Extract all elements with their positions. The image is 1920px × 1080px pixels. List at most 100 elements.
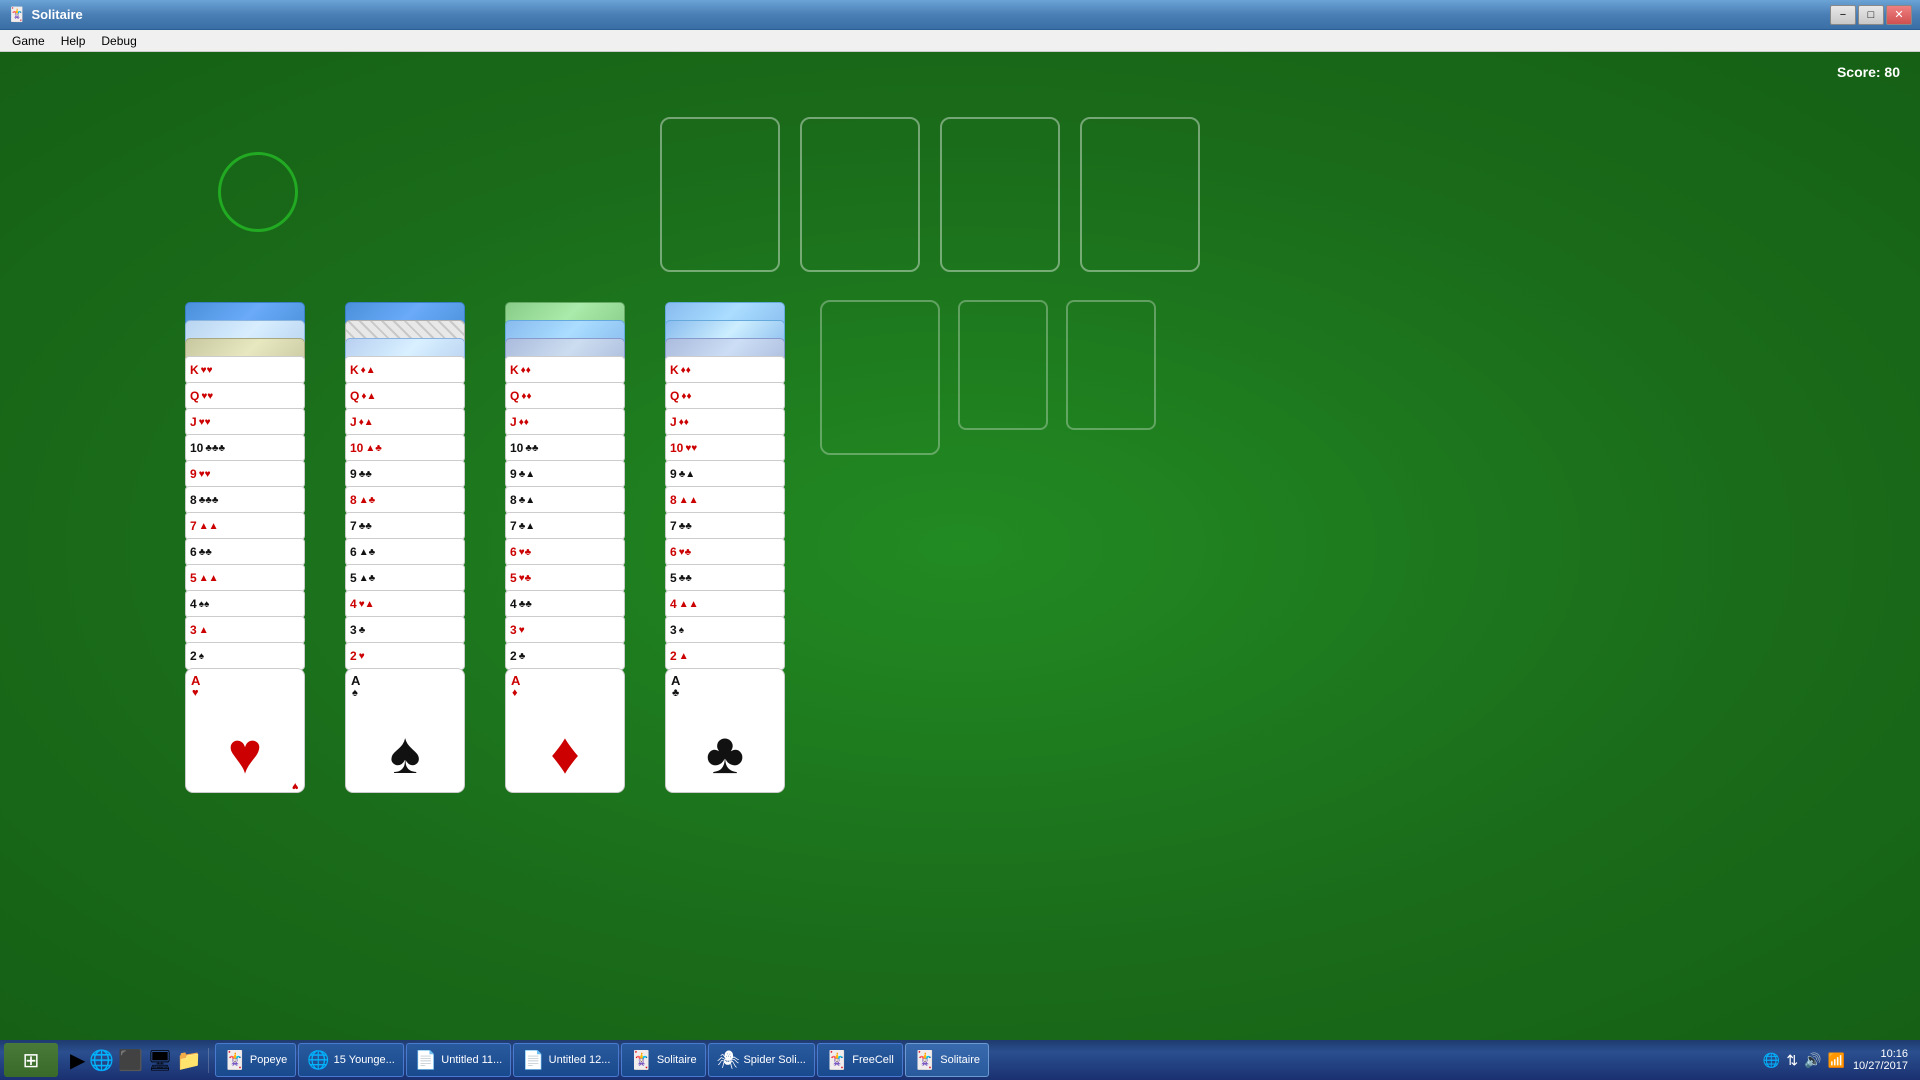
card-4-5[interactable]: 5 ♣♣ — [665, 564, 785, 592]
untitled12-icon: 📄 — [522, 1050, 544, 1071]
extra-slot-1[interactable] — [820, 300, 940, 455]
extra-slot-2[interactable] — [958, 300, 1048, 430]
ie-icon: 🌐 — [307, 1050, 329, 1071]
card-2-2[interactable]: 2 ♥ — [345, 642, 465, 670]
clock-date: 10/27/2017 — [1853, 1060, 1908, 1072]
extra-slot-3[interactable] — [1066, 300, 1156, 430]
title-bar-left: 🃏 Solitaire — [8, 6, 83, 23]
card-2-5[interactable]: 5 ▲♣ — [345, 564, 465, 592]
foundation-slot-1[interactable] — [660, 117, 780, 272]
menu-help[interactable]: Help — [53, 32, 94, 50]
card-4-J[interactable]: J ♦♦ — [665, 408, 785, 436]
popeye-label: Popeye — [250, 1054, 287, 1066]
card-3-9[interactable]: 9 ♣▲ — [505, 460, 625, 488]
card-1-9[interactable]: 9 ♥♥ — [185, 460, 305, 488]
menu-game[interactable]: Game — [4, 32, 53, 50]
card-2-7[interactable]: 7 ♣♣ — [345, 512, 465, 540]
card-2-3[interactable]: 3 ♣ — [345, 616, 465, 644]
title-bar: 🃏 Solitaire − □ ✕ — [0, 0, 1920, 30]
taskbar-ie[interactable]: 🌐 15 Younge... — [298, 1043, 404, 1077]
card-1-6[interactable]: 6 ♣♣ — [185, 538, 305, 566]
foundation-slot-2[interactable] — [800, 117, 920, 272]
system-tray: 🌐 ⇅ 🔊 📶 — [1763, 1052, 1845, 1069]
card-2-Q[interactable]: Q ♦▲ — [345, 382, 465, 410]
quicklaunch-globe[interactable]: 🌐 — [89, 1048, 114, 1073]
card-3-4[interactable]: 4 ♣♣ — [505, 590, 625, 618]
card-3-A[interactable]: A ♦ ♦ — [505, 668, 625, 793]
title-bar-controls: − □ ✕ — [1830, 5, 1912, 25]
card-2-9[interactable]: 9 ♣♣ — [345, 460, 465, 488]
clock-time: 10:16 — [1853, 1048, 1908, 1060]
card-4-6[interactable]: 6 ♥♣ — [665, 538, 785, 566]
card-4-3[interactable]: 3 ♠ — [665, 616, 785, 644]
card-3-6[interactable]: 6 ♥♣ — [505, 538, 625, 566]
card-1-2[interactable]: 2 ♠ — [185, 642, 305, 670]
quicklaunch-pc[interactable]: 🖥 — [147, 1048, 172, 1073]
clock: 10:16 10/27/2017 — [1853, 1048, 1908, 1072]
card-3-7[interactable]: 7 ♣▲ — [505, 512, 625, 540]
freecell-icon: 🃏 — [826, 1050, 848, 1071]
card-3-2[interactable]: 2 ♣ — [505, 642, 625, 670]
quicklaunch-media[interactable]: ▶ — [70, 1048, 85, 1073]
maximize-button[interactable]: □ — [1858, 5, 1884, 25]
card-1-K[interactable]: K ♥♥ — [185, 356, 305, 384]
foundation-slot-4[interactable] — [1080, 117, 1200, 272]
stock-pile[interactable] — [218, 152, 298, 232]
card-1-3[interactable]: 3 ▲ — [185, 616, 305, 644]
card-1-4[interactable]: 4 ♠♠ — [185, 590, 305, 618]
taskbar-untitled11[interactable]: 📄 Untitled 11... — [406, 1043, 511, 1077]
taskbar-spider[interactable]: 🕷 Spider Soli... — [708, 1043, 815, 1077]
sol1-label: Solitaire — [657, 1054, 697, 1066]
quicklaunch-folder[interactable]: 📁 — [177, 1048, 202, 1073]
card-1-Q[interactable]: Q ♥♥ — [185, 382, 305, 410]
card-4-7[interactable]: 7 ♣♣ — [665, 512, 785, 540]
taskbar-popeye[interactable]: 🃏 Popeye — [215, 1043, 297, 1077]
taskbar-freecell[interactable]: 🃏 FreeCell — [817, 1043, 903, 1077]
signal-icon: 📶 — [1828, 1052, 1845, 1069]
card-3-J[interactable]: J ♦♦ — [505, 408, 625, 436]
quicklaunch-term[interactable]: ⬛ — [118, 1048, 143, 1073]
network-icon: 🌐 — [1763, 1052, 1780, 1069]
close-button[interactable]: ✕ — [1886, 5, 1912, 25]
card-2-8[interactable]: 8 ▲♣ — [345, 486, 465, 514]
card-3-5[interactable]: 5 ♥♣ — [505, 564, 625, 592]
taskbar-solitaire1[interactable]: 🃏 Solitaire — [621, 1043, 705, 1077]
foundation-slot-3[interactable] — [940, 117, 1060, 272]
spider-icon: 🕷 — [717, 1050, 740, 1071]
start-button[interactable]: ⊞ — [4, 1043, 58, 1077]
card-1-A[interactable]: A ♥ ♥ ♥ — [185, 668, 305, 793]
minimize-button[interactable]: − — [1830, 5, 1856, 25]
card-4-8[interactable]: 8 ▲▲ — [665, 486, 785, 514]
card-3-3[interactable]: 3 ♥ — [505, 616, 625, 644]
card-4-4[interactable]: 4 ▲▲ — [665, 590, 785, 618]
taskbar-solitaire2[interactable]: 🃏 Solitaire — [905, 1043, 989, 1077]
card-4-A[interactable]: A ♣ ♣ — [665, 668, 785, 793]
card-3-8[interactable]: 8 ♣▲ — [505, 486, 625, 514]
card-1-10[interactable]: 10 ♣♣♣ — [185, 434, 305, 462]
taskbar-untitled12[interactable]: 📄 Untitled 12... — [513, 1043, 619, 1077]
card-3-10[interactable]: 10 ♣♣ — [505, 434, 625, 462]
card-2-4[interactable]: 4 ♥▲ — [345, 590, 465, 618]
card-4-10[interactable]: 10 ♥♥ — [665, 434, 785, 462]
card-4-K[interactable]: K ♦♦ — [665, 356, 785, 384]
card-2-A[interactable]: A ♠ ♠ — [345, 668, 465, 793]
card-2-6[interactable]: 6 ▲♣ — [345, 538, 465, 566]
arrows-icon: ⇅ — [1786, 1052, 1798, 1069]
taskbar-right: 🌐 ⇅ 🔊 📶 10:16 10/27/2017 — [1763, 1048, 1916, 1072]
card-1-J[interactable]: J ♥♥ — [185, 408, 305, 436]
card-2-10[interactable]: 10 ▲♣ — [345, 434, 465, 462]
card-4-Q[interactable]: Q ♦♦ — [665, 382, 785, 410]
untitled12-label: Untitled 12... — [549, 1054, 611, 1066]
menu-debug[interactable]: Debug — [93, 32, 144, 50]
card-3-K[interactable]: K ♦♦ — [505, 356, 625, 384]
card-2-J[interactable]: J ♦▲ — [345, 408, 465, 436]
card-4-2[interactable]: 2 ▲ — [665, 642, 785, 670]
card-4-9[interactable]: 9 ♣▲ — [665, 460, 785, 488]
card-1-8[interactable]: 8 ♣♣♣ — [185, 486, 305, 514]
quick-launch: ▶ 🌐 ⬛ 🖥 📁 — [64, 1048, 209, 1073]
card-2-K[interactable]: K ♦▲ — [345, 356, 465, 384]
card-3-Q[interactable]: Q ♦♦ — [505, 382, 625, 410]
sol2-icon: 🃏 — [914, 1050, 936, 1071]
card-1-5[interactable]: 5 ▲▲ — [185, 564, 305, 592]
card-1-7[interactable]: 7 ▲▲ — [185, 512, 305, 540]
